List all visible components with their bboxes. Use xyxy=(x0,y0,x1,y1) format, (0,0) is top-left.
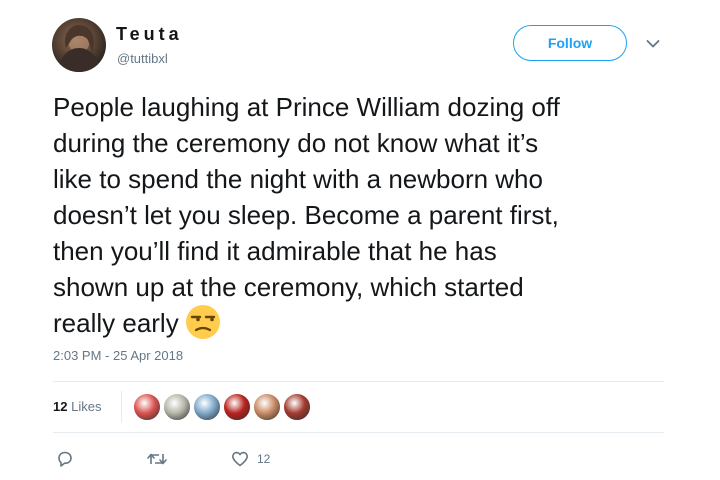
follow-button[interactable]: Follow xyxy=(513,25,627,61)
avatar-photo-icon xyxy=(58,24,100,72)
tweet-text-line: then you’ll find it admirable that he ha… xyxy=(53,236,497,266)
retweet-button[interactable] xyxy=(146,450,168,468)
likes-number: 12 xyxy=(53,399,68,414)
divider xyxy=(53,381,664,382)
tweet-timestamp[interactable]: 2:03 PM - 25 Apr 2018 xyxy=(53,348,183,363)
tweet-text-line: like to spend the night with a newborn w… xyxy=(53,164,543,194)
tweet-text-line: People laughing at Prince William dozing… xyxy=(53,92,560,122)
divider-vertical xyxy=(121,391,122,423)
retweet-icon xyxy=(147,453,167,465)
reply-icon xyxy=(58,451,72,467)
liker-avatar[interactable] xyxy=(193,393,221,421)
chevron-down-icon[interactable] xyxy=(646,36,660,48)
user-handle[interactable]: @tuttibxl xyxy=(117,51,168,66)
tweet-card: Teuta @tuttibxl Follow People laughing a… xyxy=(0,0,720,480)
like-button[interactable]: 12 xyxy=(231,450,270,468)
likes-label: Likes xyxy=(71,399,102,414)
tweet-text-line: really early xyxy=(53,308,179,338)
tweet-text-line: shown up at the ceremony, which started xyxy=(53,272,524,302)
unamused-face-icon xyxy=(185,304,221,340)
like-count: 12 xyxy=(257,452,271,466)
liker-avatar[interactable] xyxy=(283,393,311,421)
liker-avatar[interactable] xyxy=(133,393,161,421)
liker-avatar[interactable] xyxy=(163,393,191,421)
avatar[interactable] xyxy=(52,18,106,72)
liker-avatar[interactable] xyxy=(253,393,281,421)
reply-button[interactable] xyxy=(56,450,74,468)
tweet-text-line: during the ceremony do not know what it’… xyxy=(53,128,539,158)
tweet-text-line-last: really early xyxy=(53,305,663,343)
heart-icon xyxy=(232,451,248,467)
display-name[interactable]: Teuta xyxy=(116,24,183,45)
divider xyxy=(53,432,664,433)
tweet-text-line: doesn’t let you sleep. Become a parent f… xyxy=(53,200,559,230)
liker-avatar[interactable] xyxy=(223,393,251,421)
tweet-text: People laughing at Prince William dozing… xyxy=(53,89,663,343)
likes-count[interactable]: 12 Likes xyxy=(53,399,101,414)
